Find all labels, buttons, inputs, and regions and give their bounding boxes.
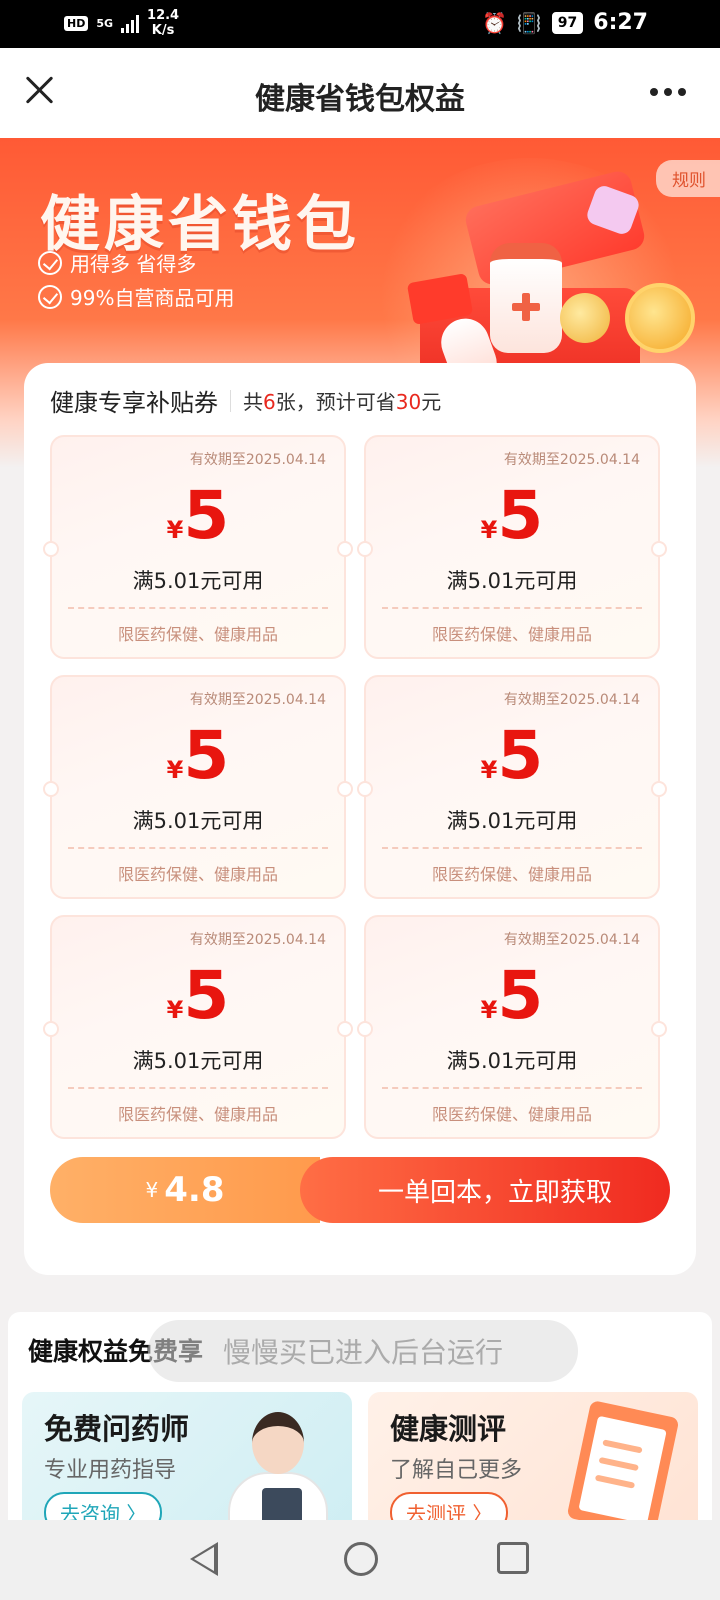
coupon-item[interactable]: 有效期至2025.04.14 ¥5 满5.01元可用 限医药保健、健康用品 (43, 915, 353, 1139)
recent-apps-icon[interactable] (497, 1542, 529, 1574)
coupon-item[interactable]: 有效期至2025.04.14 ¥5 满5.01元可用 限医药保健、健康用品 (43, 435, 353, 659)
coupon-amount: ¥5 (166, 957, 230, 1034)
alarm-icon: ⏰ (481, 10, 507, 35)
coupon-scope: 限医药保健、健康用品 (117, 865, 278, 884)
check-icon (38, 284, 62, 309)
rules-button[interactable]: 规则 (656, 160, 720, 197)
purchase-price: ¥4.8 (50, 1157, 320, 1223)
network-label: 5G (96, 16, 114, 30)
coupon-item[interactable]: 有效期至2025.04.14 ¥5 满5.01元可用 限医药保健、健康用品 (357, 435, 667, 659)
coupon-card: 健康专享补贴券 共6张，预计可省30元 有效期至2025.04.14 ¥5 满5… (24, 363, 696, 1275)
coupon-condition: 满5.01元可用 (132, 569, 264, 593)
coupon-scope: 限医药保健、健康用品 (431, 1105, 592, 1124)
health-test-subtitle: 了解自己更多 (390, 1458, 523, 1483)
purchase-bar: ¥4.8 一单回本，立即获取 (50, 1157, 670, 1223)
coupon-expiry: 有效期至2025.04.14 (189, 932, 326, 948)
vibrate-icon: 📳 (516, 10, 542, 35)
coupon-scope: 限医药保健、健康用品 (431, 865, 592, 884)
health-test-title: 健康测评 (390, 1412, 507, 1446)
coupon-condition: 满5.01元可用 (132, 809, 264, 833)
check-icon (38, 250, 62, 275)
clock: 6:27 (593, 10, 648, 35)
coupon-condition: 满5.01元可用 (446, 809, 578, 833)
coupon-card-header: 健康专享补贴券 共6张，预计可省30元 (50, 383, 441, 418)
page-title: 健康省钱包权益 (255, 82, 465, 117)
coupon-expiry: 有效期至2025.04.14 (503, 692, 640, 708)
pharmacist-title: 免费问药师 (44, 1412, 190, 1446)
coupon-expiry: 有效期至2025.04.14 (189, 692, 326, 708)
coupon-expiry: 有效期至2025.04.14 (503, 452, 640, 468)
get-now-button[interactable]: 一单回本，立即获取 (300, 1157, 670, 1223)
battery-icon: 97 (551, 11, 584, 34)
coupon-scope: 限医药保健、健康用品 (117, 625, 278, 644)
clipboard-illustration (566, 1399, 680, 1532)
benefits-section: 健康权益免费享 慢慢买已进入后台运行 免费问药师 专业用药指导 去咨询 〉 健康… (8, 1312, 712, 1532)
coupon-scope: 限医药保健、健康用品 (431, 625, 592, 644)
coupon-amount: ¥5 (480, 957, 544, 1034)
coupon-amount: ¥5 (166, 477, 230, 554)
perk-item: 99%自营商品可用 (38, 282, 234, 311)
pharmacist-card[interactable]: 免费问药师 专业用药指导 去咨询 〉 (22, 1392, 352, 1532)
coupon-expiry: 有效期至2025.04.14 (503, 932, 640, 948)
system-nav-bar (0, 1520, 720, 1600)
health-test-card[interactable]: 健康测评 了解自己更多 去测评 〉 (368, 1392, 698, 1532)
coupon-summary: 共6张，预计可省30元 (243, 390, 442, 414)
coupon-expiry: 有效期至2025.04.14 (189, 452, 326, 468)
doctor-illustration (222, 1402, 332, 1532)
coupon-scope: 限医药保健、健康用品 (117, 1105, 278, 1124)
coupon-amount: ¥5 (480, 717, 544, 794)
coupon-condition: 满5.01元可用 (446, 569, 578, 593)
pharmacist-subtitle: 专业用药指导 (44, 1458, 177, 1483)
hd-badge: HD (64, 15, 89, 31)
coupon-amount: ¥5 (480, 477, 544, 554)
home-icon[interactable] (344, 1542, 378, 1576)
coupon-condition: 满5.01元可用 (132, 1049, 264, 1073)
app-header: 健康省钱包权益 (0, 48, 720, 138)
more-icon[interactable] (650, 88, 686, 96)
back-icon[interactable] (190, 1542, 218, 1576)
status-bar: HD 5G 12.4 K/s ⏰ 📳 97 6:27 (0, 0, 720, 48)
coupon-item[interactable]: 有效期至2025.04.14 ¥5 满5.01元可用 限医药保健、健康用品 (43, 675, 353, 899)
signal-icon (121, 13, 140, 33)
network-speed: 12.4 K/s (147, 8, 180, 38)
coupon-item[interactable]: 有效期至2025.04.14 ¥5 满5.01元可用 限医药保健、健康用品 (357, 675, 667, 899)
perk-item: 用得多 省得多 (38, 248, 196, 277)
background-toast: 慢慢买已进入后台运行 (148, 1320, 578, 1382)
coupon-section-title: 健康专享补贴券 (50, 389, 218, 417)
coupon-amount: ¥5 (166, 717, 230, 794)
coupon-item[interactable]: 有效期至2025.04.14 ¥5 满5.01元可用 限医药保健、健康用品 (357, 915, 667, 1139)
coupon-condition: 满5.01元可用 (446, 1049, 578, 1073)
